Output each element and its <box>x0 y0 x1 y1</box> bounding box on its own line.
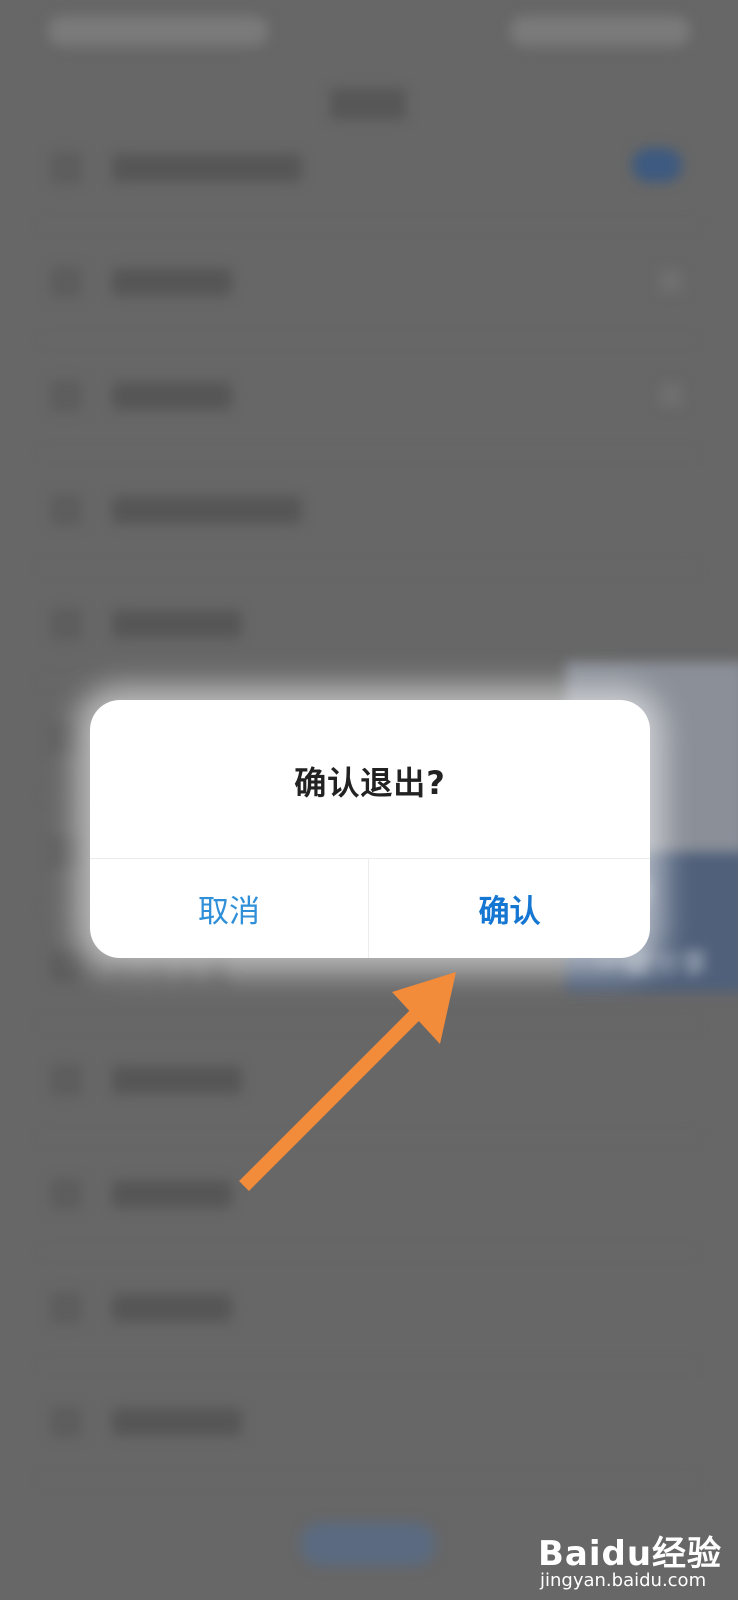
annotation-arrow-icon <box>239 972 456 1191</box>
baidu-jingyan-watermark: Baidu经验 jingyan.baidu.com <box>538 1526 721 1592</box>
watermark-logo: Baidu经验 <box>538 1534 723 1574</box>
watermark-url: jingyan.baidu.com <box>540 1570 707 1591</box>
